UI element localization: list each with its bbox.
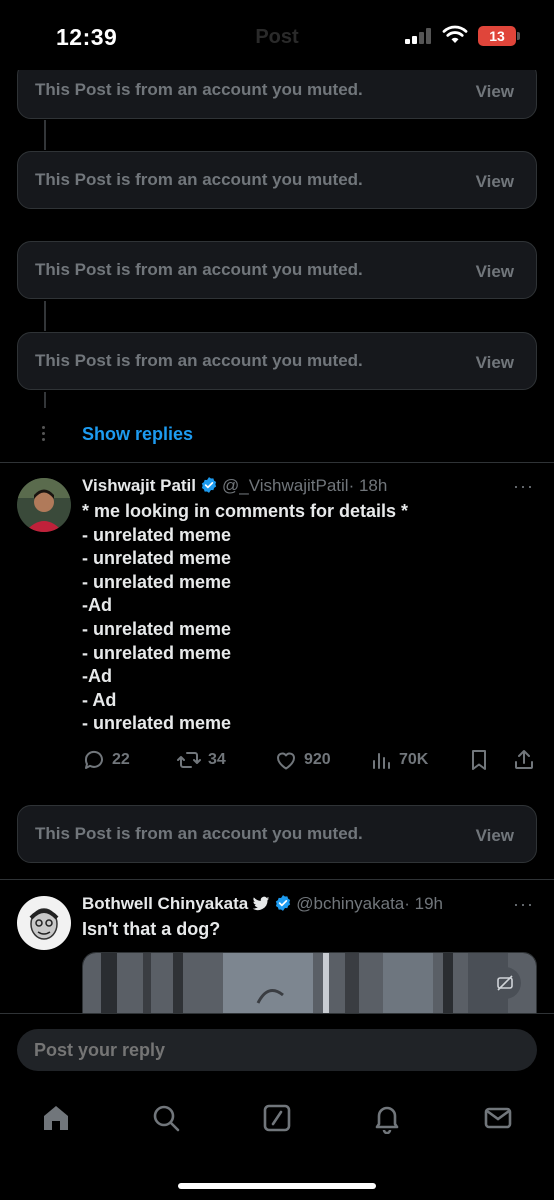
muted-post-text: This Post is from an account you muted. xyxy=(35,170,363,189)
tweet-line: - unrelated meme xyxy=(82,713,232,734)
muted-post-card[interactable]: This Post is from an account you muted. … xyxy=(17,805,537,863)
search-icon xyxy=(153,1105,180,1132)
tweet-line: - unrelated meme xyxy=(82,642,232,663)
battery-icon: 13 xyxy=(478,26,516,46)
muted-post-text: This Post is from an account you muted. xyxy=(35,351,363,370)
muted-post-text: This Post is from an account you muted. xyxy=(35,80,363,99)
avatar[interactable] xyxy=(17,478,71,532)
reply-area xyxy=(0,1013,554,1200)
reply-button[interactable]: 22 xyxy=(82,748,130,772)
tweet-text: * me looking in comments for details * -… xyxy=(82,500,408,736)
thread-line xyxy=(44,392,46,408)
show-replies-link[interactable]: Show replies xyxy=(82,424,193,445)
battery-nub xyxy=(517,32,520,40)
thread-line xyxy=(44,301,46,331)
home-icon xyxy=(44,1106,68,1130)
tab-search[interactable] xyxy=(146,1098,186,1138)
home-indicator xyxy=(178,1183,376,1189)
thread-line xyxy=(44,120,46,150)
tweet-line: - unrelated meme xyxy=(82,524,232,545)
tab-messages[interactable] xyxy=(478,1098,518,1138)
muted-post-text: This Post is from an account you muted. xyxy=(35,824,363,843)
page-title: Post xyxy=(255,26,299,48)
tweet-text: Isn't that a dog? xyxy=(82,919,221,939)
verified-badge-icon xyxy=(276,895,291,911)
repost-icon xyxy=(177,752,201,768)
repost-button[interactable]: 34 xyxy=(176,748,226,772)
sensitive-media-icon[interactable] xyxy=(489,967,521,999)
grok-icon xyxy=(263,1104,291,1132)
view-count: 70K xyxy=(399,751,429,768)
tweet-line: * me looking in comments for details * xyxy=(82,501,409,521)
tweet-actions: 22 34 920 70K xyxy=(82,748,542,774)
tab-notifications[interactable] xyxy=(367,1098,407,1138)
tweet-line: -Ad xyxy=(82,595,112,616)
muted-post-card[interactable]: This Post is from an account you muted. … xyxy=(17,332,537,390)
like-count: 920 xyxy=(304,751,331,768)
more-options-icon[interactable]: ··· xyxy=(513,894,534,915)
bookmark-button[interactable] xyxy=(468,748,496,772)
analytics-icon xyxy=(373,753,390,769)
author-handle[interactable]: @_VishwajitPatil xyxy=(222,476,349,495)
avatar[interactable] xyxy=(17,896,71,950)
view-button[interactable]: View xyxy=(476,826,514,846)
view-button[interactable]: View xyxy=(476,82,514,102)
heart-icon xyxy=(277,752,295,770)
author-name[interactable]: Bothwell Chinyakata xyxy=(82,894,248,913)
tweet-line: - unrelated meme xyxy=(82,548,232,569)
tweet-header: Bothwell Chinyakata @bchinyakata· 19h xyxy=(82,894,443,914)
bird-icon xyxy=(253,896,270,911)
share-button[interactable] xyxy=(512,748,542,772)
tab-grok[interactable] xyxy=(257,1098,297,1138)
tab-home[interactable] xyxy=(36,1098,76,1138)
muted-post-card[interactable]: This Post is from an account you muted. … xyxy=(17,151,537,209)
muted-post-card[interactable]: This Post is from an account you muted. … xyxy=(17,241,537,299)
wifi-icon xyxy=(442,25,468,43)
view-button[interactable]: View xyxy=(476,262,514,282)
messages-icon xyxy=(484,1107,512,1129)
repost-count: 34 xyxy=(208,751,226,768)
divider xyxy=(0,462,554,463)
reply-count: 22 xyxy=(112,751,130,768)
post-time: · 19h xyxy=(404,894,444,913)
notifications-icon xyxy=(375,1106,399,1134)
battery-level: 13 xyxy=(489,28,505,44)
thread-ellipsis-icon xyxy=(42,426,46,444)
tweet-line: -Ad xyxy=(82,666,112,687)
divider xyxy=(0,879,554,880)
post-time: · 18h xyxy=(348,476,388,495)
view-button[interactable]: View xyxy=(476,353,514,373)
tweet-line: - unrelated meme xyxy=(82,618,232,639)
reply-icon xyxy=(84,750,103,769)
status-bar: 12:39 Post 13 xyxy=(0,0,554,70)
share-icon xyxy=(515,750,533,769)
muted-post-text: This Post is from an account you muted. xyxy=(35,260,363,279)
more-options-icon[interactable]: ··· xyxy=(513,476,534,497)
tweet-line: - unrelated meme xyxy=(82,571,232,592)
reply-input[interactable] xyxy=(17,1029,537,1071)
like-button[interactable]: 920 xyxy=(274,748,331,772)
tweet-line: - Ad xyxy=(82,689,117,710)
bookmark-icon xyxy=(472,750,486,770)
cellular-signal-icon xyxy=(405,28,433,44)
verified-badge-icon xyxy=(201,477,217,493)
author-name[interactable]: Vishwajit Patil xyxy=(82,476,196,495)
tab-bar xyxy=(0,1098,554,1138)
author-handle[interactable]: @bchinyakata xyxy=(296,894,404,913)
tweet-header: Vishwajit Patil @_VishwajitPatil· 18h xyxy=(82,476,387,496)
view-button[interactable]: View xyxy=(476,172,514,192)
views-button[interactable]: 70K xyxy=(371,748,428,772)
